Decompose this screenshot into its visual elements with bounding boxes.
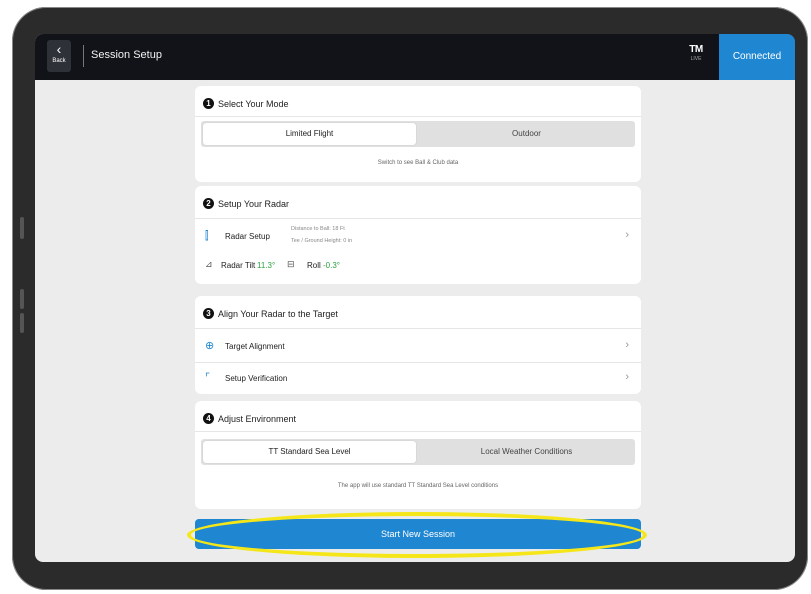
select-mode-header: 1 Select Your Mode xyxy=(203,95,289,110)
setup-radar-header: 2 Setup Your Radar xyxy=(203,195,290,210)
mode-option-limited-flight[interactable]: Limited Flight xyxy=(203,123,416,145)
chevron-right-icon: › xyxy=(625,339,629,351)
connected-button[interactable]: Connected xyxy=(719,34,795,80)
step-number-badge: 1 xyxy=(203,98,214,110)
mute-button xyxy=(20,313,24,333)
adjust-environment-heading: Adjust Environment xyxy=(218,413,297,424)
radar-tilt-row: ⊿ Radar Tilt 11.3° ⊟ Roll -0.3° xyxy=(195,254,641,278)
setup-radar-card: 2 Setup Your Radar ⫿ Radar Setup Distance… xyxy=(195,186,641,284)
volume-up-button xyxy=(20,217,24,239)
logo-text: TM xyxy=(689,44,703,55)
roll-label: Roll xyxy=(307,261,321,270)
adjust-environment-header: 4 Adjust Environment xyxy=(203,410,297,425)
step-number-badge: 3 xyxy=(203,308,214,320)
divider xyxy=(195,328,641,329)
step-number-badge: 2 xyxy=(203,198,214,210)
align-radar-card: 3 Align Your Radar to the Target ⊕ Target… xyxy=(195,296,641,394)
align-radar-heading: Align Your Radar to the Target xyxy=(218,308,338,319)
radar-setup-height: Tee / Ground Height: 0 in xyxy=(291,238,353,244)
select-mode-card: 1 Select Your Mode Limited Flight Outdoor… xyxy=(195,86,641,182)
radar-setup-label: Radar Setup xyxy=(225,232,270,241)
tilt-icon: ⊿ xyxy=(205,259,213,269)
step-number-badge: 4 xyxy=(203,413,214,425)
setup-radar-heading: Setup Your Radar xyxy=(218,198,290,209)
radar-tilt-label: Radar Tilt xyxy=(221,261,256,270)
logo-subtext: LIVE xyxy=(690,56,702,62)
divider xyxy=(195,362,641,363)
start-new-session-button[interactable]: Start New Session xyxy=(195,519,641,549)
radar-tilt-value: 11.3° xyxy=(257,261,276,270)
roll-icon: ⊟ xyxy=(287,259,295,269)
app-screen: ‹ Back Session Setup TM LIVE Connected 1… xyxy=(35,34,795,562)
align-radar-header: 3 Align Your Radar to the Target xyxy=(203,305,338,320)
target-alignment-label: Target Alignment xyxy=(225,342,285,351)
mode-option-outdoor[interactable]: Outdoor xyxy=(420,123,633,145)
adjust-environment-card: 4 Adjust Environment TT Standard Sea Leve… xyxy=(195,401,641,509)
radar-setup-row[interactable]: ⫿ Radar Setup Distance to Ball: 18 Ft Te… xyxy=(195,220,641,254)
page-title: Session Setup xyxy=(91,49,162,61)
chevron-right-icon: › xyxy=(625,371,629,383)
radar-icon: ⫿ xyxy=(205,230,209,242)
select-mode-heading: Select Your Mode xyxy=(218,98,289,109)
app-logo: TM LIVE xyxy=(683,44,709,68)
environment-note: The app will use standard TT Standard Se… xyxy=(337,483,499,489)
environment-option-local-weather[interactable]: Local Weather Conditions xyxy=(420,441,633,463)
target-icon: ⊕ xyxy=(205,340,215,352)
mode-note: Switch to see Ball & Club data xyxy=(377,160,459,166)
radar-setup-distance: Distance to Ball: 18 Ft xyxy=(291,226,345,232)
chevron-left-icon: ‹ xyxy=(56,41,62,57)
title-divider xyxy=(83,45,84,67)
volume-down-button xyxy=(20,289,24,309)
divider xyxy=(195,218,641,219)
mode-segmented-control: Limited Flight Outdoor xyxy=(201,121,635,147)
back-button[interactable]: ‹ Back xyxy=(47,40,71,72)
top-bar: ‹ Back Session Setup TM LIVE Connected xyxy=(35,34,795,80)
environment-option-standard-sea-level[interactable]: TT Standard Sea Level xyxy=(203,441,416,463)
chevron-right-icon: › xyxy=(625,229,629,241)
roll-value: -0.3° xyxy=(323,261,340,270)
verification-icon: ⌜ xyxy=(205,372,211,384)
divider xyxy=(195,116,641,117)
setup-verification-row[interactable]: ⌜ Setup Verification › xyxy=(195,364,641,394)
setup-verification-label: Setup Verification xyxy=(225,374,288,383)
environment-segmented-control: TT Standard Sea Level Local Weather Cond… xyxy=(201,439,635,465)
target-alignment-row[interactable]: ⊕ Target Alignment › xyxy=(195,330,641,364)
back-label: Back xyxy=(52,58,66,64)
divider xyxy=(195,431,641,432)
